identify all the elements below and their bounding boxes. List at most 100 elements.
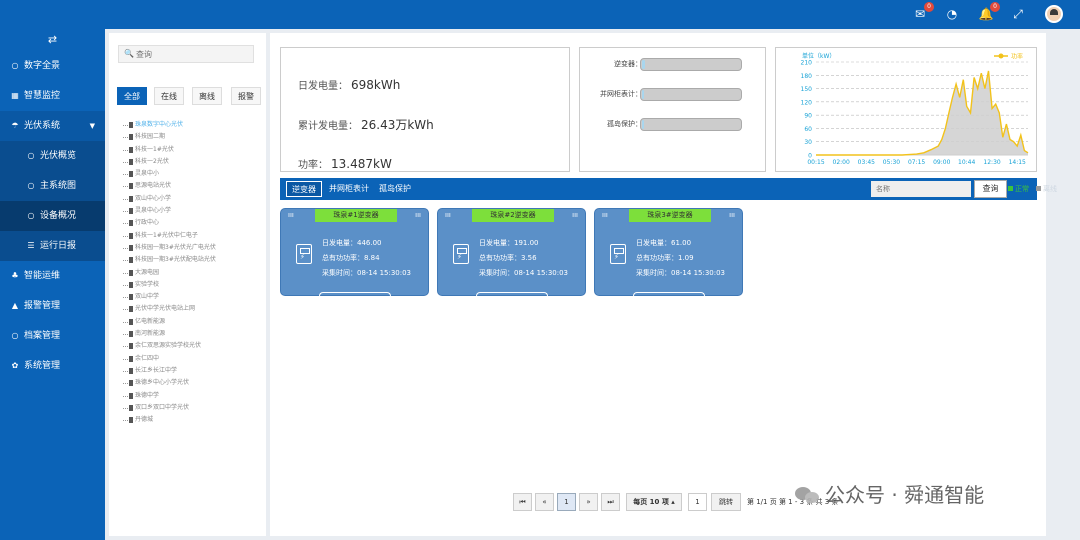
tree-node[interactable]: 灵泉中小 — [123, 168, 263, 180]
mail-icon[interactable]: ✉ 0 — [912, 2, 934, 22]
tree-node[interactable]: 余仁双思源实验学校光伏 — [123, 340, 263, 352]
inverter-device-icon — [610, 244, 626, 264]
wechat-icon — [795, 485, 821, 505]
tree-node[interactable]: 科技园二期 — [123, 131, 263, 143]
tree-node[interactable]: 珠泉数字中心光伏 — [123, 119, 263, 131]
filter-all-button[interactable]: 全部 — [117, 87, 147, 105]
file-icon — [129, 146, 133, 153]
clip-icon: ııı — [445, 211, 451, 219]
file-icon — [129, 244, 133, 251]
tree-node[interactable]: 科技一2光伏 — [123, 156, 263, 168]
query-button[interactable]: 查询 — [974, 180, 1007, 198]
tree-node[interactable]: 双山中学 — [123, 291, 263, 303]
last-page-button[interactable]: ⏭ — [601, 493, 620, 511]
filter-alarm-button[interactable]: 报警 — [231, 87, 261, 105]
tree-node[interactable]: 亿电新能源 — [123, 316, 263, 328]
top-bar: ✉ 0 ◔ 🔔 0 ⤢ — [0, 0, 1080, 29]
x-tick-label: 07:15 — [908, 159, 925, 166]
sidebar-item-main-diagram[interactable]: ○ 主系统图 — [0, 171, 105, 201]
sidebar-item-pv-overview[interactable]: ○ 光伏概览 — [0, 141, 105, 171]
tree-node[interactable]: 丹德城 — [123, 414, 263, 426]
tree-node[interactable]: 双口乡双口中学光伏 — [123, 402, 263, 414]
x-tick-label: 05:30 — [883, 159, 900, 166]
inverter-title: 珠泉#2逆变器 — [472, 209, 554, 222]
current-power: 功率： 13.487kW — [298, 157, 392, 171]
list-icon: ☰ — [27, 241, 35, 250]
jump-button[interactable]: 跳转 — [711, 493, 741, 511]
inverter-card[interactable]: ııı ııı 珠泉#1逆变器 日发电量：446.00 总有功功率：8.84 采… — [280, 208, 429, 296]
tree-node[interactable]: 光伏中学光伏电站上网 — [123, 303, 263, 315]
power-chart-card: 0 30 60 90 120 150 180 210 单位（kW） 00:15 02:00 03:45… — [775, 47, 1037, 172]
bell-icon[interactable]: 🔔 0 — [978, 2, 1000, 22]
tree-node[interactable]: 大源电园 — [123, 267, 263, 279]
station-tree-panel: 🔍 全部 在线 离线 报警 珠泉数字中心光伏科技园二期科技一1#光伏科技一2光伏… — [109, 33, 266, 536]
inverter-collect-time: 采集时间：08-14 15:30:03 — [322, 269, 412, 277]
sidebar-item-alarms[interactable]: ▲ 报警管理 — [0, 291, 105, 321]
inverter-card[interactable]: ııı ııı 珠泉3#逆变器 日发电量：61.00 总有功功率：1.09 采集… — [594, 208, 743, 296]
tab-inverter[interactable]: 逆变器 — [286, 181, 322, 197]
legend-label: 功率 — [1011, 53, 1023, 61]
tree-node[interactable]: 行政中心 — [123, 217, 263, 229]
tree-node[interactable]: 双山中心小学 — [123, 193, 263, 205]
y-tick-label: 180 — [801, 73, 813, 80]
clip-icon: ııı — [415, 211, 421, 219]
sidebar-item-monitoring[interactable]: ▦ 智慧监控 — [0, 81, 105, 111]
circle-icon: ○ — [27, 151, 35, 160]
first-page-button[interactable]: ⏮ — [513, 493, 532, 511]
inverter-active-power: 总有功功率：1.09 — [636, 254, 694, 262]
sidebar-item-archives[interactable]: ○ 档案管理 — [0, 321, 105, 351]
card-bottom-tab — [319, 292, 391, 296]
tree-node[interactable]: 科技园一期3#光伏配电站光伏 — [123, 254, 263, 266]
per-page-select[interactable]: 每页 10 项 ▴ — [626, 493, 682, 511]
user-avatar[interactable] — [1045, 5, 1063, 23]
device-name-input[interactable] — [871, 181, 971, 197]
prev-page-button[interactable]: « — [535, 493, 554, 511]
circle-icon: ○ — [11, 61, 19, 70]
tree-node[interactable]: 科技园一期3#光伏光广电光伏 — [123, 242, 263, 254]
dashboard-icon[interactable]: ◔ — [944, 6, 960, 22]
next-page-button[interactable]: » — [579, 493, 598, 511]
sidebar-item-pv-system[interactable]: ☂ 光伏系统 ▼ — [0, 111, 105, 141]
tree-node[interactable]: 珠德中学 — [123, 390, 263, 402]
tree-node[interactable]: 长江乡长江中学 — [123, 365, 263, 377]
tree-node[interactable]: 南河新能源 — [123, 328, 263, 340]
jump-page-input[interactable]: 1 — [688, 493, 707, 511]
tree-search-input[interactable] — [136, 48, 246, 60]
filter-offline-button[interactable]: 离线 — [192, 87, 222, 105]
file-icon — [129, 404, 133, 411]
sidebar-item-maintenance[interactable]: ♣ 智能运维 — [0, 261, 105, 291]
tree-node[interactable]: 灵泉中心小学 — [123, 205, 263, 217]
clip-icon: ııı — [729, 211, 735, 219]
inverter-active-power: 总有功功率：3.56 — [479, 254, 537, 262]
sidebar-item-daily-report[interactable]: ☰ 运行日报 — [0, 231, 105, 261]
inverter-title: 珠泉3#逆变器 — [629, 209, 711, 222]
generation-summary-card: 日发电量： 698kWh 累计发电量： 26.43万kWh 功率： 13.487kW — [280, 47, 570, 172]
tree-node[interactable]: 科技一1#光伏中仁电子 — [123, 230, 263, 242]
sidebar-toggle-icon[interactable]: ⇄ — [0, 29, 105, 51]
tree-node[interactable]: 余仁四中 — [123, 353, 263, 365]
tree-node[interactable]: 科技一1#光伏 — [123, 144, 263, 156]
y-tick-label: 60 — [804, 126, 812, 133]
tree-node[interactable]: 珠德乡中心小学光伏 — [123, 377, 263, 389]
tab-grid-meter[interactable]: 并网柜表计 — [324, 181, 374, 197]
current-page-button[interactable]: 1 — [557, 493, 576, 511]
inverter-device-icon — [453, 244, 469, 264]
inverter-card[interactable]: ııı ııı 珠泉#2逆变器 日发电量：191.00 总有功功率：3.56 采… — [437, 208, 586, 296]
fullscreen-icon[interactable]: ⤢ — [1010, 6, 1026, 22]
bell-icon: ▲ — [11, 301, 19, 310]
file-icon — [129, 158, 133, 165]
normal-square-icon — [1008, 186, 1013, 191]
file-icon — [129, 281, 133, 288]
sidebar-item-device-overview[interactable]: ○ 设备概况 — [0, 201, 105, 231]
filter-online-button[interactable]: 在线 — [154, 87, 184, 105]
sidebar-item-panorama[interactable]: ○ 数字全景 — [0, 51, 105, 81]
sidebar-item-system[interactable]: ✿ 系统管理 — [0, 351, 105, 381]
inverter-daily-generation: 日发电量：446.00 — [322, 239, 382, 247]
tree-node[interactable]: 思源电站光伏 — [123, 180, 263, 192]
y-tick-label: 90 — [804, 113, 812, 120]
tree-node[interactable]: 实验学校 — [123, 279, 263, 291]
tab-island-protection[interactable]: 孤岛保护 — [374, 181, 416, 197]
inverter-title: 珠泉#1逆变器 — [315, 209, 397, 222]
clip-icon: ııı — [602, 211, 608, 219]
y-tick-label: 210 — [801, 60, 813, 67]
